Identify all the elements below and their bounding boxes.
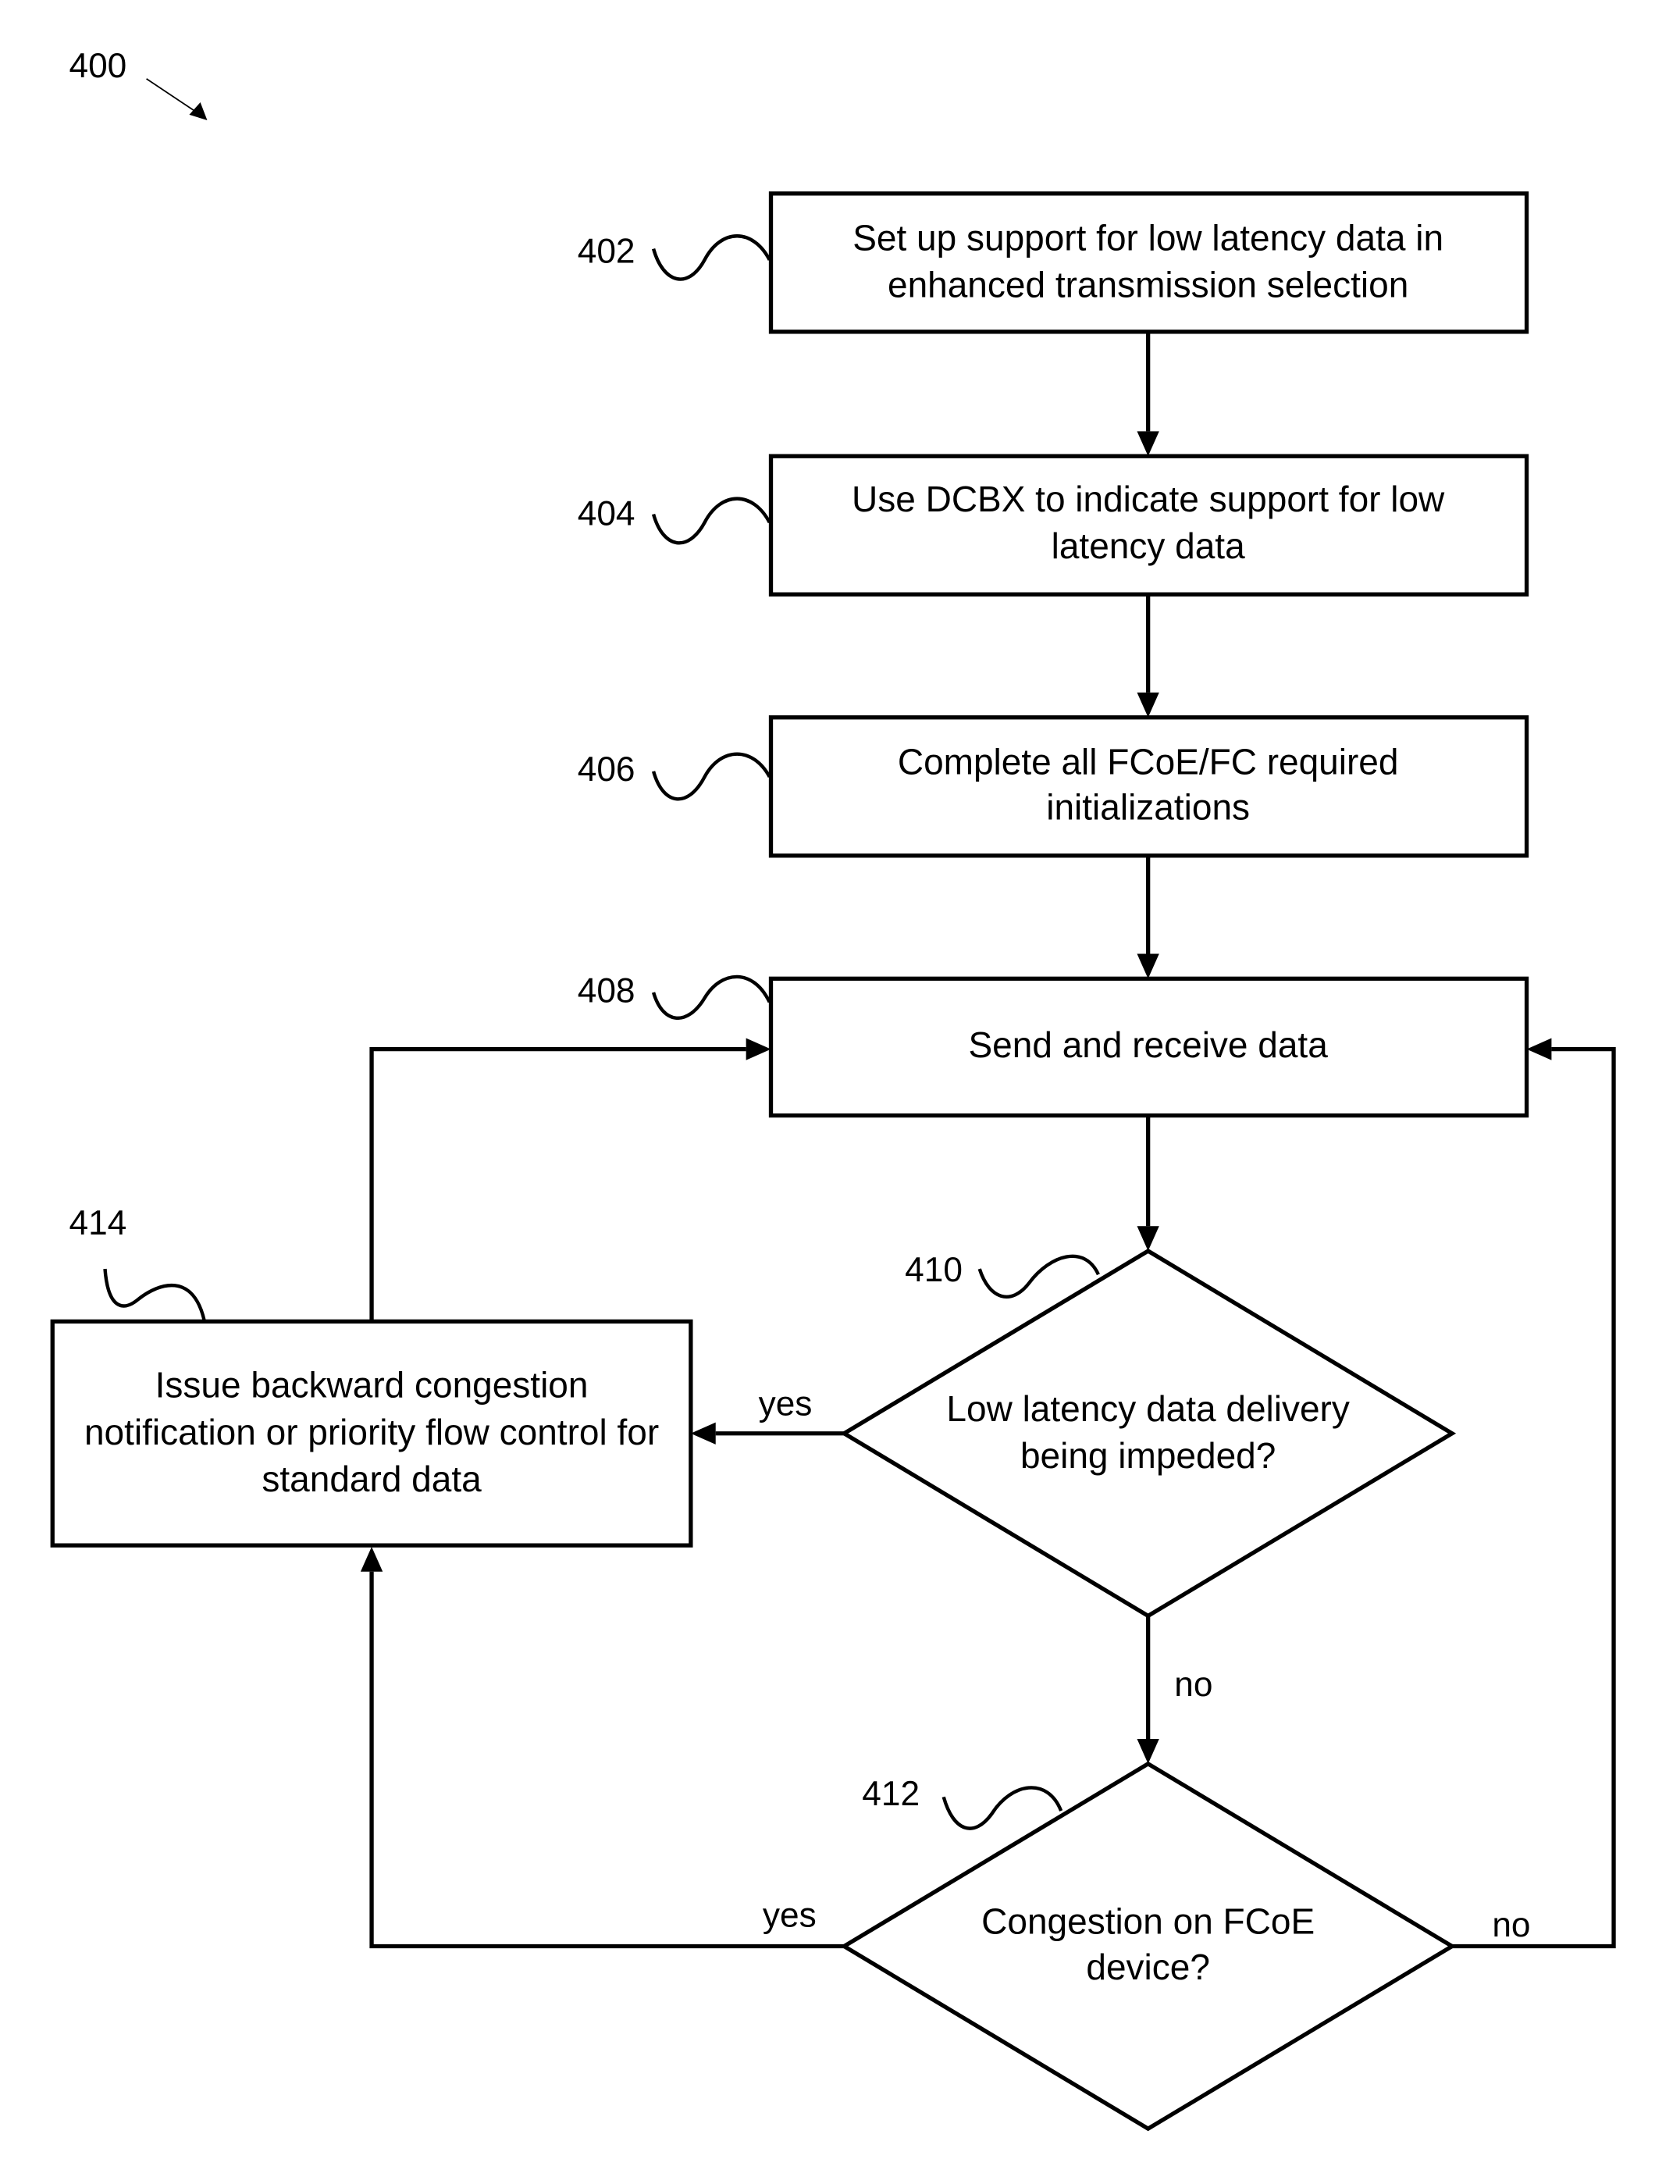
decision-410-line-1: Low latency data delivery	[946, 1388, 1349, 1429]
step-402-box	[768, 191, 1529, 334]
step-414-leader	[103, 1268, 207, 1322]
arrowhead-408-from-414	[746, 1038, 771, 1060]
step-408-ref: 408	[578, 971, 635, 1010]
decision-412-line-1: Congestion on FCoE	[981, 1901, 1315, 1942]
step-404-ref: 404	[578, 495, 635, 533]
arrowhead-414-from-410	[690, 1422, 716, 1445]
decision-412-no-label: no	[1492, 1906, 1530, 1944]
arrowhead-414-from-412	[360, 1546, 383, 1572]
step-404-leader	[651, 497, 771, 545]
decision-412: Congestion on FCoE device? 412	[840, 1761, 1457, 2132]
arrowhead-404	[1137, 431, 1159, 457]
step-414-line-1: Issue backward congestion	[155, 1365, 589, 1406]
step-402-leader	[651, 234, 771, 281]
decision-410: Low latency data delivery being impeded?…	[840, 1248, 1457, 1619]
arrow-414-408	[369, 1046, 746, 1322]
step-408-line-1: Send and receive data	[969, 1024, 1329, 1065]
decision-410-ref: 410	[905, 1251, 963, 1289]
step-402-ref: 402	[578, 232, 635, 270]
decision-410-no-label: no	[1174, 1666, 1212, 1704]
step-404: Use DCBX to indicate support for low lat…	[578, 454, 1529, 597]
figure-ref-arrow-line	[146, 78, 197, 113]
step-406-line-1: Complete all FCoE/FC required	[898, 741, 1399, 782]
arrow-412-yes	[369, 1571, 845, 1949]
figure-ref-arrowhead	[189, 102, 208, 121]
step-406-line-2: initializations	[1046, 787, 1250, 828]
flowchart: 400 Set up support for low latency data …	[50, 47, 1616, 2132]
decision-410-diamond	[840, 1248, 1457, 1619]
arrowhead-410	[1137, 1226, 1159, 1252]
decision-410-line-2: being impeded?	[1020, 1435, 1276, 1476]
step-408-leader	[651, 974, 771, 1020]
decision-412-leader	[941, 1786, 1063, 1830]
step-402: Set up support for low latency data in e…	[578, 191, 1529, 334]
step-414-ref: 414	[69, 1204, 126, 1242]
step-406: Complete all FCoE/FC required initializa…	[578, 715, 1529, 858]
figure-ref-label: 400	[69, 47, 126, 85]
decision-412-yes-label: yes	[763, 1897, 817, 1935]
step-414-line-2: notification or priority flow control fo…	[84, 1412, 659, 1452]
decision-412-ref: 412	[862, 1775, 920, 1813]
step-404-line-1: Use DCBX to indicate support for low	[852, 479, 1445, 519]
arrowhead-406	[1137, 692, 1159, 718]
step-406-ref: 406	[578, 750, 635, 789]
decision-410-yes-label: yes	[759, 1385, 813, 1423]
decision-412-line-2: device?	[1086, 1947, 1210, 1987]
arrowhead-408-from-412	[1526, 1038, 1552, 1060]
step-402-line-1: Set up support for low latency data in	[852, 217, 1443, 258]
step-404-line-2: latency data	[1052, 526, 1245, 566]
arrowhead-408	[1137, 953, 1159, 979]
step-406-leader	[651, 752, 771, 801]
step-408: Send and receive data 408	[578, 971, 1529, 1118]
arrow-412-no	[1451, 1046, 1616, 1949]
step-402-line-2: enhanced transmission selection	[888, 265, 1408, 305]
step-414-line-3: standard data	[262, 1459, 482, 1499]
arrowhead-412	[1137, 1738, 1159, 1764]
